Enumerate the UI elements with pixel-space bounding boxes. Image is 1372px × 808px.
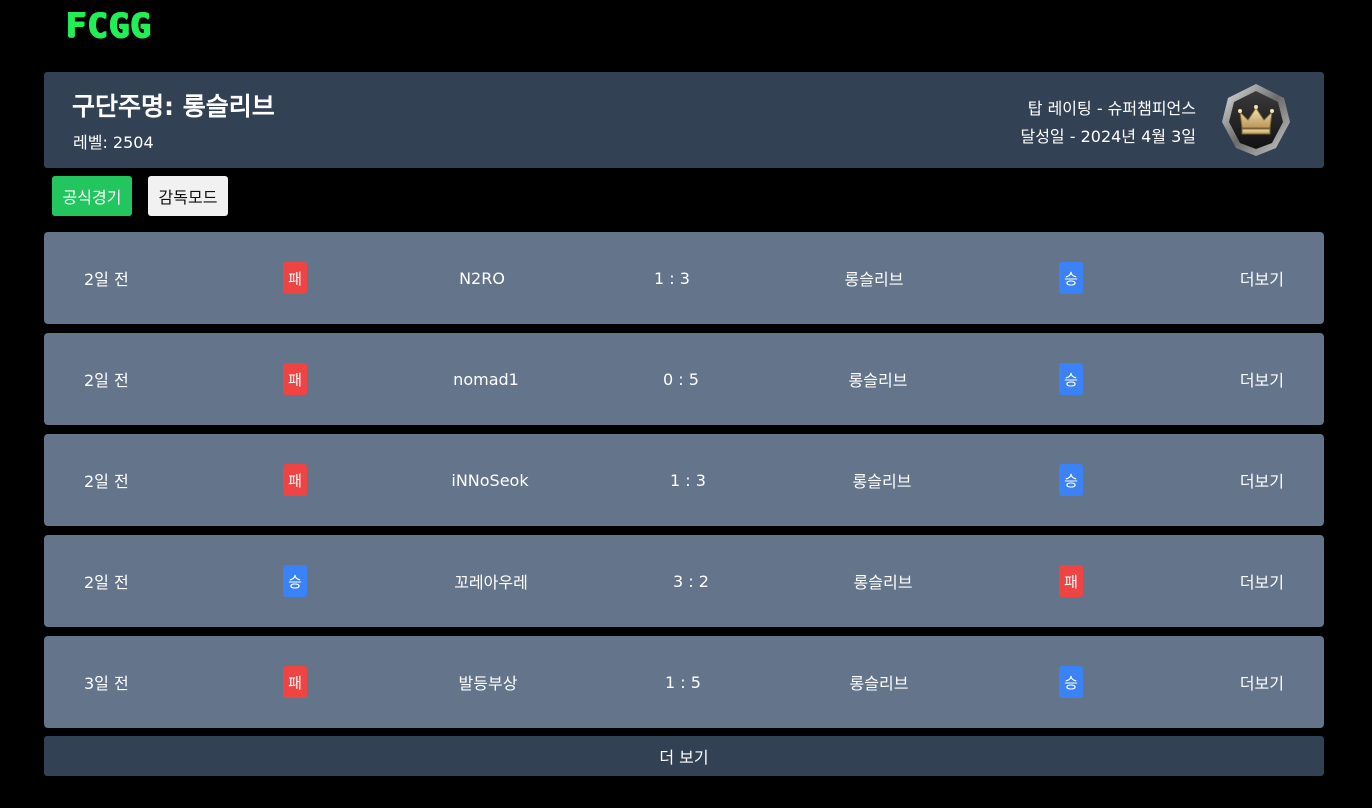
- match-row: 2일 전 패 iNNoSeok 1 : 3 롱슬리브 승 더보기: [44, 434, 1324, 526]
- match-row: 2일 전 승 꼬레아우레 3 : 2 롱슬리브 패 더보기: [44, 535, 1324, 627]
- match-time: 2일 전: [84, 573, 129, 592]
- opponent-result-badge: 패: [283, 363, 307, 395]
- match-score: 3 : 2: [673, 571, 709, 591]
- my-name[interactable]: 롱슬리브: [802, 434, 962, 526]
- opponent-result-badge: 패: [283, 464, 307, 496]
- match-score: 1 : 5: [665, 672, 701, 692]
- load-more-button[interactable]: 더 보기: [44, 736, 1324, 776]
- match-row: 2일 전 패 nomad1 0 : 5 롱슬리브 승 더보기: [44, 333, 1324, 425]
- club-name: 구단주명: 롱슬리브: [72, 92, 275, 121]
- opponent-name[interactable]: nomad1: [386, 333, 586, 425]
- my-result-badge: 승: [1059, 262, 1083, 294]
- club-header: 구단주명: 롱슬리브 레벨: 2504 탑 레이팅 - 슈퍼챔피언스 달성일 -…: [44, 72, 1324, 168]
- logo[interactable]: FCGG: [66, 6, 152, 46]
- my-result-badge: 패: [1059, 565, 1083, 597]
- match-time: 3일 전: [84, 674, 129, 693]
- opponent-result-badge: 승: [283, 565, 307, 597]
- match-time: 2일 전: [84, 472, 129, 491]
- my-result-badge: 승: [1059, 363, 1083, 395]
- match-detail-link[interactable]: 더보기: [1240, 636, 1284, 728]
- match-time: 2일 전: [84, 371, 129, 390]
- opponent-result-badge: 패: [283, 666, 307, 698]
- match-detail-link[interactable]: 더보기: [1240, 232, 1284, 324]
- opponent-name[interactable]: 발등부상: [388, 636, 588, 728]
- my-result-badge: 승: [1059, 464, 1083, 496]
- my-result-badge: 승: [1059, 666, 1083, 698]
- match-score: 1 : 3: [670, 470, 706, 490]
- match-score: 0 : 5: [663, 369, 699, 389]
- top-rating: 탑 레이팅 - 슈퍼챔피언스: [1027, 99, 1196, 118]
- my-name[interactable]: 롱슬리브: [794, 232, 954, 324]
- tab-manager-mode[interactable]: 감독모드: [148, 176, 228, 216]
- my-name[interactable]: 롱슬리브: [798, 333, 958, 425]
- achieved-date: 달성일 - 2024년 4월 3일: [1020, 127, 1196, 146]
- match-detail-link[interactable]: 더보기: [1240, 434, 1284, 526]
- crown-rank-badge-icon: [1222, 84, 1290, 156]
- opponent-result-badge: 패: [283, 262, 307, 294]
- tab-official-match[interactable]: 공식경기: [52, 176, 132, 216]
- match-time: 2일 전: [84, 270, 129, 289]
- my-name[interactable]: 롱슬리브: [803, 535, 963, 627]
- my-name[interactable]: 롱슬리브: [799, 636, 959, 728]
- match-score: 1 : 3: [654, 268, 690, 288]
- opponent-name[interactable]: 꼬레아우레: [391, 535, 591, 627]
- opponent-name[interactable]: iNNoSeok: [390, 434, 590, 526]
- match-row: 2일 전 패 N2RO 1 : 3 롱슬리브 승 더보기: [44, 232, 1324, 324]
- match-row: 3일 전 패 발등부상 1 : 5 롱슬리브 승 더보기: [44, 636, 1324, 728]
- match-detail-link[interactable]: 더보기: [1240, 333, 1284, 425]
- club-level: 레벨: 2504: [73, 133, 154, 152]
- opponent-name[interactable]: N2RO: [382, 232, 582, 324]
- match-detail-link[interactable]: 더보기: [1240, 535, 1284, 627]
